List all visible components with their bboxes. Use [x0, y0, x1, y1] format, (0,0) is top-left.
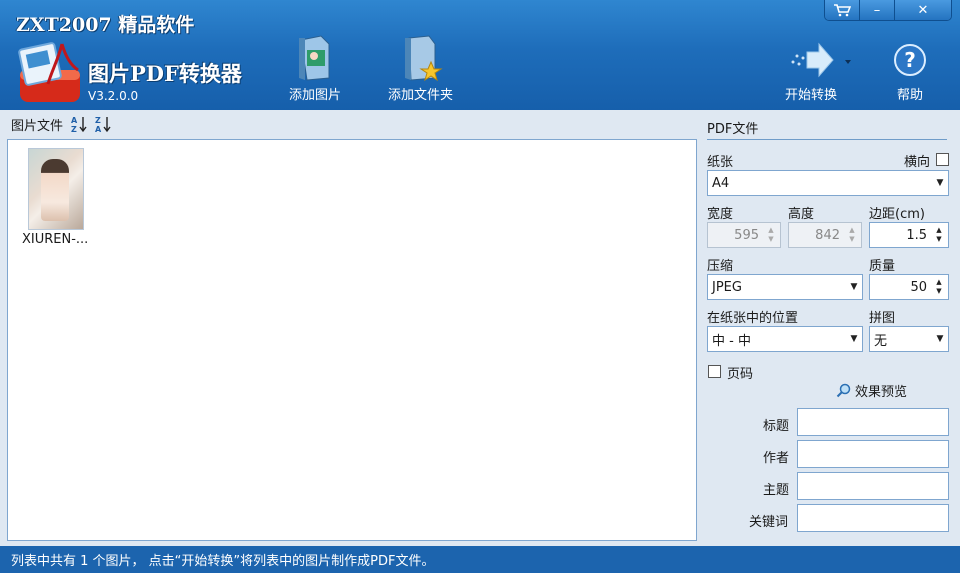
add-folder-button[interactable]: 添加文件夹 [388, 34, 453, 103]
top-toolbar: ZXT2007 精品软件 图片PDF转换器 V3.2.0.0 添加图片 添加文件… [0, 0, 960, 110]
pdf-settings-panel: PDF文件 纸张 横向 A4 ▼ 宽度 高度 边距(cm) 595 ▲ ▼ 842… [700, 110, 960, 546]
image-list[interactable]: XIUREN-... [7, 139, 697, 541]
height-label: 高度 [788, 207, 815, 222]
preview-button[interactable]: 效果预览 [836, 381, 907, 400]
width-label: 宽度 [707, 207, 734, 222]
version-label: V3.2.0.0 [88, 89, 139, 103]
quality-label: 质量 [869, 259, 896, 274]
start-arrow-icon [791, 42, 851, 78]
page-number-label: 页码 [727, 367, 754, 382]
product-name: 图片PDF转换器 [88, 61, 242, 86]
svg-text:A: A [71, 116, 78, 125]
help-button[interactable]: ? 帮助 [893, 34, 927, 103]
close-button[interactable]: ✕ [895, 0, 951, 20]
tile-label: 拼图 [869, 311, 896, 326]
quality-stepper[interactable]: 50 ▲ ▼ [869, 274, 949, 300]
cart-button[interactable] [825, 0, 860, 20]
margin-label: 边距(cm) [869, 207, 925, 222]
spin-arrows-icon[interactable]: ▲ ▼ [933, 278, 945, 296]
page-number-checkbox[interactable] [708, 365, 721, 378]
window-controls: – ✕ [824, 0, 952, 21]
cart-icon [834, 4, 851, 17]
status-text: 列表中共有 1 个图片， 点击“开始转换”将列表中的图片制作成PDF文件。 [11, 554, 435, 569]
svg-text:Z: Z [95, 116, 101, 125]
compress-select[interactable]: JPEG ▼ [707, 274, 863, 300]
meta-author-input[interactable] [797, 440, 949, 468]
start-convert-label: 开始转换 [784, 88, 837, 103]
start-convert-button[interactable]: 开始转换 [783, 34, 853, 103]
landscape-label: 横向 [904, 155, 931, 170]
meta-keywords-input[interactable] [797, 504, 949, 532]
paper-select-value: A4 [712, 175, 730, 191]
height-stepper: 842 ▲ ▼ [788, 222, 862, 248]
svg-text:A: A [95, 125, 102, 133]
image-thumbnail[interactable] [28, 148, 84, 230]
spin-arrows-icon: ▲ ▼ [768, 226, 774, 243]
meta-title-input[interactable] [797, 408, 949, 436]
image-files-label: 图片文件 [11, 118, 64, 134]
svg-text:?: ? [904, 48, 916, 72]
svg-text:Z: Z [71, 125, 77, 133]
chevron-down-icon: ▼ [850, 282, 858, 292]
meta-author-label: 作者 [763, 451, 790, 466]
meta-subject-input[interactable] [797, 472, 949, 500]
app-window: ZXT2007 精品软件 图片PDF转换器 V3.2.0.0 添加图片 添加文件… [0, 0, 960, 573]
sort-controls: A Z Z A [71, 115, 111, 133]
position-select-value: 中 - 中 [712, 333, 751, 349]
margin-stepper[interactable]: 1.5 ▲ ▼ [869, 222, 949, 248]
pdf-file-title: PDF文件 [707, 122, 759, 137]
chevron-down-icon: ▼ [850, 334, 858, 344]
margin-value: 1.5 [906, 227, 927, 243]
quality-value: 50 [910, 279, 927, 295]
position-label: 在纸张中的位置 [707, 311, 799, 326]
compress-label: 压缩 [707, 259, 734, 274]
paper-select[interactable]: A4 ▼ [707, 170, 949, 196]
compress-select-value: JPEG [712, 279, 742, 295]
app-logo-icon [18, 42, 80, 102]
status-bar: 列表中共有 1 个图片， 点击“开始转换”将列表中的图片制作成PDF文件。 [0, 546, 960, 573]
help-label: 帮助 [896, 88, 923, 103]
add-folder-icon [404, 35, 443, 82]
minimize-button[interactable]: – [860, 0, 895, 20]
sort-az-icon[interactable]: A Z [71, 115, 87, 133]
paper-label: 纸张 [707, 155, 734, 170]
brand-title: ZXT2007 精品软件 [16, 14, 195, 36]
spin-arrows-icon[interactable]: ▲ ▼ [933, 226, 945, 244]
position-select[interactable]: 中 - 中 ▼ [707, 326, 863, 352]
sort-za-icon[interactable]: Z A [95, 115, 111, 133]
meta-title-label: 标题 [763, 419, 790, 434]
add-image-label: 添加图片 [289, 88, 342, 103]
thumbnail-label: XIUREN-... [22, 232, 89, 247]
tile-select-value: 无 [874, 333, 888, 349]
add-image-button[interactable]: 添加图片 [289, 34, 341, 103]
add-folder-label: 添加文件夹 [388, 88, 454, 103]
meta-keywords-label: 关键词 [749, 515, 789, 530]
height-value: 842 [815, 227, 840, 243]
preview-label: 效果预览 [855, 385, 908, 400]
section-divider [707, 139, 947, 140]
add-image-icon [299, 35, 330, 81]
tile-select[interactable]: 无 ▼ [869, 326, 949, 352]
chevron-down-icon: ▼ [936, 334, 944, 344]
help-icon: ? [894, 44, 926, 76]
meta-subject-label: 主题 [763, 483, 790, 498]
image-list-header: 图片文件 A Z Z A [0, 110, 700, 138]
spin-arrows-icon: ▲ ▼ [849, 226, 855, 243]
chevron-down-icon: ▼ [936, 178, 944, 188]
magnifier-icon [836, 383, 851, 398]
width-stepper: 595 ▲ ▼ [707, 222, 781, 248]
width-value: 595 [734, 227, 759, 243]
landscape-checkbox[interactable] [936, 153, 949, 166]
